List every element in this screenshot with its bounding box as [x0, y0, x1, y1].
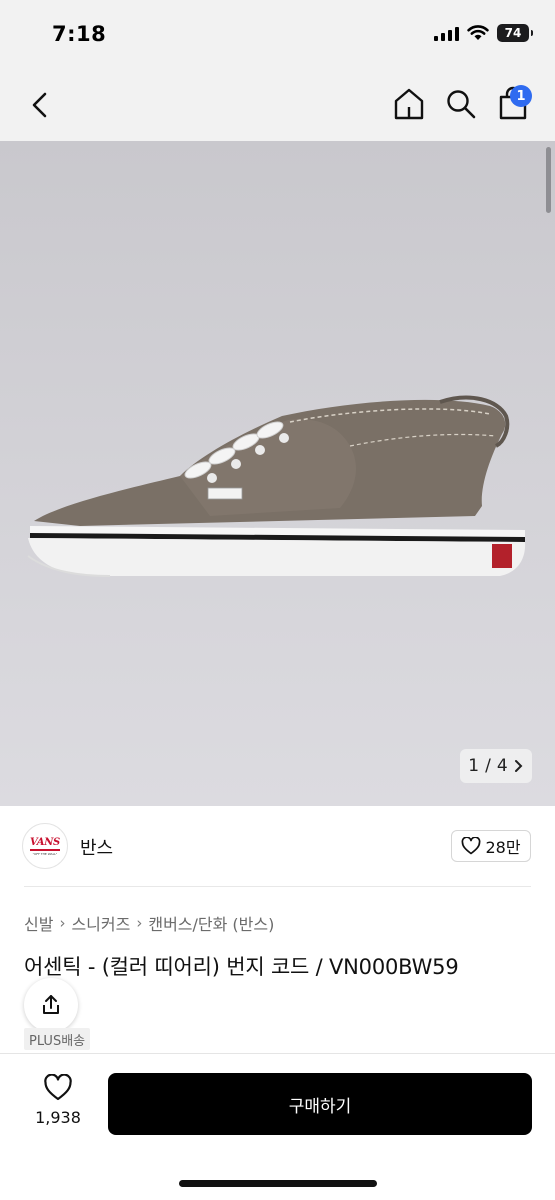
status-bar: 7:18 74 [0, 0, 555, 70]
brand-logo[interactable]: VANS "OFF THE WALL" [22, 823, 68, 869]
share-icon [43, 995, 59, 1014]
brand-row: VANS "OFF THE WALL" 반스 28만 [0, 806, 555, 886]
pager-current: 1 [468, 756, 480, 776]
chevron-right-icon [514, 760, 523, 772]
scrollbar-thumb[interactable] [546, 147, 551, 213]
heart-icon [462, 837, 481, 855]
delivery-tag: PLUS배송 [24, 1028, 91, 1050]
status-time: 7:18 [52, 22, 107, 46]
image-pager[interactable]: 1 / 4 [460, 749, 532, 783]
status-icons: 74 [434, 24, 533, 42]
nav-bar [0, 70, 555, 141]
product-image-gallery[interactable]: 1 / 4 [0, 141, 555, 806]
brand-logo-underline [30, 848, 60, 851]
brand-like-button[interactable]: 28만 [451, 830, 531, 862]
brand-logo-subtext: "OFF THE WALL" [32, 851, 58, 856]
heart-icon [44, 1074, 72, 1101]
breadcrumb-item-canvas[interactable]: 캔버스/단화 (반스) [148, 911, 274, 935]
product-shoe-image [27, 395, 526, 577]
chevron-right-icon: › [136, 914, 143, 932]
brand-logo-text: VANS [30, 836, 60, 848]
search-icon[interactable] [445, 88, 477, 120]
breadcrumb: 신발 › 스니커즈 › 캔버스/단화 (반스) [24, 911, 274, 935]
wishlist-button[interactable]: 1,938 [28, 1074, 88, 1134]
battery-indicator: 74 [497, 24, 533, 42]
pager-separator: / [485, 756, 491, 776]
wishlist-count: 1,938 [35, 1108, 81, 1127]
brand-like-count: 28만 [485, 838, 521, 857]
share-button[interactable] [24, 978, 78, 1032]
brand-name[interactable]: 반스 [80, 834, 113, 860]
back-icon[interactable] [26, 88, 56, 122]
bottom-action-bar: 1,938 구매하기 [0, 1053, 555, 1200]
breadcrumb-item-sneakers[interactable]: 스니커즈 [71, 911, 130, 935]
signal-icon [434, 25, 459, 41]
pager-total: 4 [496, 756, 508, 776]
wifi-icon [467, 25, 489, 40]
home-indicator [179, 1180, 377, 1187]
home-icon[interactable] [392, 86, 426, 122]
divider [24, 886, 531, 887]
cart-badge: 1 [510, 85, 532, 107]
chevron-right-icon: › [59, 914, 66, 932]
breadcrumb-item-shoes[interactable]: 신발 [24, 911, 53, 935]
product-title: 어센틱 - (컬러 띠어리) 번지 코드 / VN000BW59 [24, 955, 459, 979]
buy-button[interactable]: 구매하기 [108, 1073, 532, 1135]
